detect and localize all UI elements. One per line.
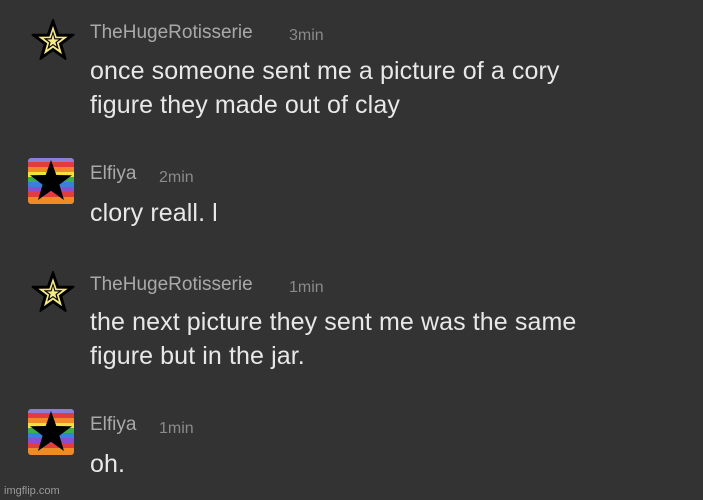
username[interactable]: Elfiya [90, 414, 136, 436]
star-outline-icon [31, 271, 75, 312]
rainbow-star-icon [28, 409, 74, 455]
message-text-line: oh. [90, 450, 126, 478]
message-text-line: clory reall. l [90, 199, 218, 227]
message-text-line: the next picture they sent me was the sa… [90, 308, 577, 336]
star-outline-icon [31, 19, 75, 60]
username[interactable]: Elfiya [90, 163, 136, 185]
rainbow-star-icon [28, 158, 74, 204]
timestamp: 2min [159, 169, 194, 186]
timestamp: 1min [159, 420, 194, 437]
message-text-line: figure but in the jar. [90, 342, 305, 370]
username[interactable]: TheHugeRotisserie [90, 274, 253, 296]
avatar[interactable] [30, 270, 76, 316]
timestamp: 3min [289, 27, 324, 44]
avatar[interactable] [30, 18, 76, 64]
message-text-line: figure they made out of clay [90, 91, 400, 119]
avatar[interactable] [28, 158, 74, 204]
message-text-line: once someone sent me a picture of a cory [90, 57, 560, 85]
username[interactable]: TheHugeRotisserie [90, 22, 253, 44]
watermark: imgflip.com [4, 485, 60, 497]
timestamp: 1min [289, 279, 324, 296]
avatar[interactable] [28, 409, 74, 455]
